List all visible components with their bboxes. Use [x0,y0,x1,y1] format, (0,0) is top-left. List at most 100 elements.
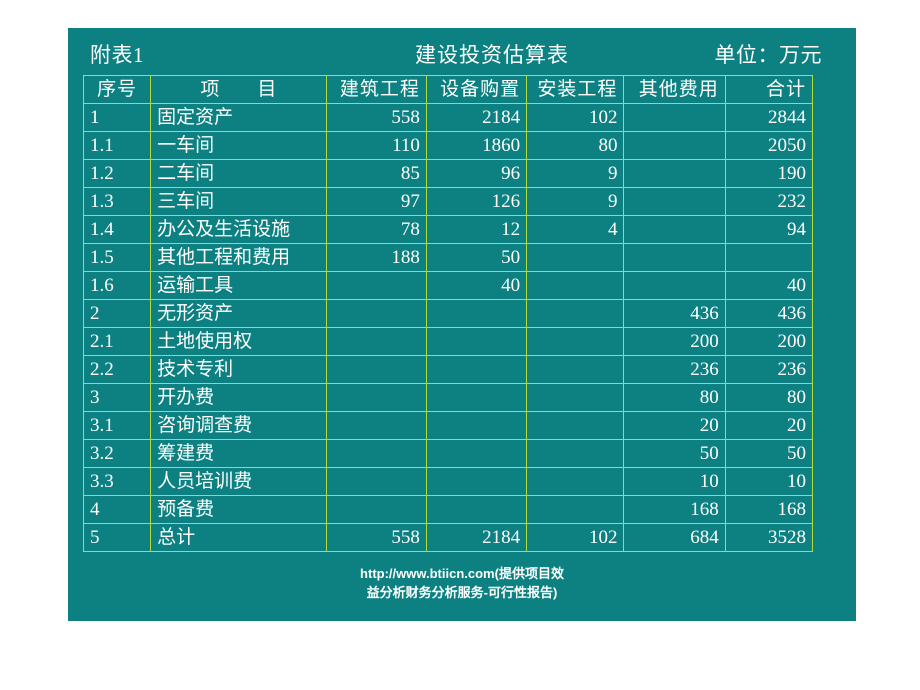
table-row: 3.2 筹建费 50 50 [82,439,814,468]
cell-construction [325,411,427,440]
cell-equipment [425,383,528,412]
table-row: 1.6 运输工具 40 40 [82,271,814,300]
cell-equipment: 50 [425,243,528,272]
table-header-row: 序号 项 目 建筑工程 设备购置 安装工程 其他费用 合计 [82,75,814,104]
cell-other-fees: 684 [623,523,726,552]
cell-installation [526,467,625,496]
cell-construction [325,467,427,496]
cell-item: 其他工程和费用 [150,243,327,272]
table-row: 1.2 二车间 85 96 9 190 [82,159,814,188]
cell-item: 筹建费 [150,439,327,468]
cell-equipment: 1860 [425,131,528,160]
cell-item: 土地使用权 [150,327,327,356]
cell-index: 1.3 [82,187,152,216]
cell-total: 236 [724,355,814,384]
cell-total: 2844 [724,103,814,132]
table-row: 1 固定资产 558 2184 102 2844 [82,103,814,132]
table-row: 2.2 技术专利 236 236 [82,355,814,384]
table-row: 5 总计 558 2184 102 684 3528 [82,523,814,552]
cell-index: 2.2 [82,355,152,384]
cell-total: 190 [724,159,814,188]
col-header-index: 序号 [82,75,152,104]
cell-index: 1.5 [82,243,152,272]
cell-index: 3.1 [82,411,152,440]
cell-item: 开办费 [150,383,327,412]
cell-construction: 85 [325,159,427,188]
col-header-other-fees: 其他费用 [623,75,726,104]
cell-index: 2.1 [82,327,152,356]
watermark-line-2: 益分析财务分析服务-可行性报告) [366,585,558,600]
cell-installation [526,495,625,524]
cell-installation: 9 [526,159,625,188]
slide-canvas: 附表1 建设投资估算表 单位：万元 序号 项 目 建筑工程 设备购置 安装工程 … [0,0,920,690]
col-header-total: 合计 [724,75,814,104]
cell-installation: 102 [526,103,625,132]
cell-other-fees [623,103,726,132]
cell-item: 预备费 [150,495,327,524]
cell-index: 1.4 [82,215,152,244]
cell-equipment: 12 [425,215,528,244]
cell-construction [325,439,427,468]
cell-item: 总计 [150,523,327,552]
cell-total: 436 [724,299,814,328]
cell-index: 3.3 [82,467,152,496]
unit-label: 单位：万元 [714,43,822,67]
cell-item: 三车间 [150,187,327,216]
cell-construction [325,355,427,384]
table-row: 3 开办费 80 80 [82,383,814,412]
table-row: 3.3 人员培训费 10 10 [82,467,814,496]
col-header-construction: 建筑工程 [325,75,427,104]
table-row: 3.1 咨询调查费 20 20 [82,411,814,440]
cell-total: 2050 [724,131,814,160]
cell-item: 固定资产 [150,103,327,132]
cell-equipment: 96 [425,159,528,188]
cell-installation: 102 [526,523,625,552]
col-header-installation: 安装工程 [526,75,625,104]
cell-index: 1.6 [82,271,152,300]
table-panel: 附表1 建设投资估算表 单位：万元 序号 项 目 建筑工程 设备购置 安装工程 … [68,28,856,621]
col-header-equipment: 设备购置 [425,75,528,104]
cell-other-fees: 236 [623,355,726,384]
cell-installation [526,411,625,440]
cell-other-fees: 168 [623,495,726,524]
cell-installation: 4 [526,215,625,244]
table-row: 2.1 土地使用权 200 200 [82,327,814,356]
cell-total: 80 [724,383,814,412]
cell-other-fees: 200 [623,327,726,356]
cell-equipment: 126 [425,187,528,216]
cell-construction [325,271,427,300]
cell-item: 二车间 [150,159,327,188]
cell-total: 232 [724,187,814,216]
cell-item: 咨询调查费 [150,411,327,440]
cell-construction [325,495,427,524]
cell-other-fees: 436 [623,299,726,328]
cell-other-fees [623,131,726,160]
cell-total: 168 [724,495,814,524]
cell-index: 1 [82,103,152,132]
cell-equipment [425,299,528,328]
cell-equipment: 2184 [425,103,528,132]
cell-item: 一车间 [150,131,327,160]
cell-item: 技术专利 [150,355,327,384]
cell-installation [526,439,625,468]
cell-construction [325,327,427,356]
cell-equipment [425,411,528,440]
cell-equipment [425,495,528,524]
cell-other-fees: 80 [623,383,726,412]
cell-installation [526,243,625,272]
cell-construction: 558 [325,523,427,552]
cell-installation [526,383,625,412]
table-row: 4 预备费 168 168 [82,495,814,524]
cell-index: 3 [82,383,152,412]
cell-index: 1.1 [82,131,152,160]
cell-other-fees: 50 [623,439,726,468]
cell-construction [325,299,427,328]
table-row: 1.3 三车间 97 126 9 232 [82,187,814,216]
cell-equipment [425,467,528,496]
cell-total: 94 [724,215,814,244]
cell-item: 无形资产 [150,299,327,328]
cell-construction: 188 [325,243,427,272]
table-header: 序号 项 目 建筑工程 设备购置 安装工程 其他费用 合计 [82,75,814,104]
cell-equipment: 2184 [425,523,528,552]
cell-equipment [425,439,528,468]
